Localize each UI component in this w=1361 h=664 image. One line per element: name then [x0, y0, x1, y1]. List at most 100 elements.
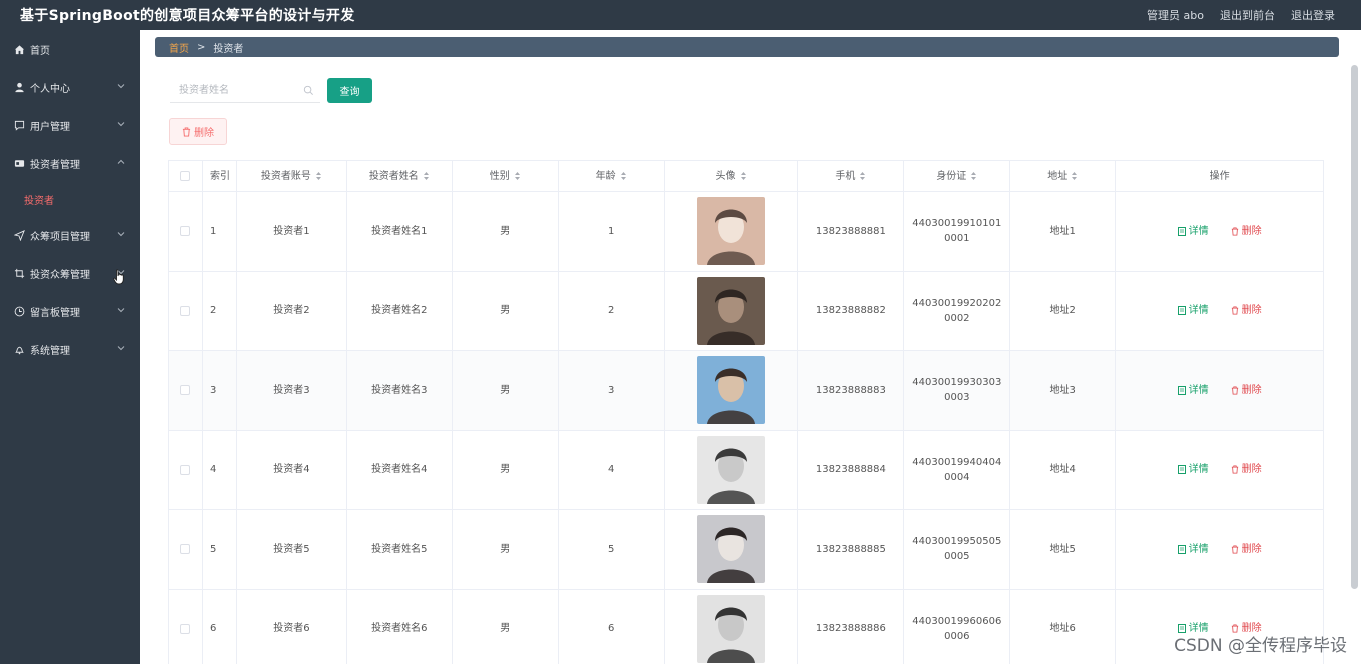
row-delete-button[interactable]: 删除 [1231, 303, 1262, 318]
row-checkbox[interactable] [180, 226, 191, 237]
sort-icon [971, 172, 977, 180]
cell-operations: 详情 删除 [1116, 192, 1324, 272]
breadcrumb-home[interactable]: 首页 [169, 40, 189, 55]
table-header-row: 索引 投资者账号 投资者姓名 性别 年龄 头像 手机 身份证 地址 操作 [169, 161, 1324, 192]
cell-gender: 男 [452, 351, 559, 431]
select-all-checkbox[interactable] [180, 171, 191, 181]
cell-operations: 详情 删除 [1116, 430, 1324, 510]
detail-button[interactable]: 详情 [1177, 224, 1209, 239]
sidebar-item-investor-management[interactable]: 投资者管理 [0, 144, 140, 182]
row-checkbox-cell [169, 589, 203, 664]
detail-button[interactable]: 详情 [1177, 303, 1209, 318]
row-delete-button[interactable]: 删除 [1231, 383, 1262, 398]
row-checkbox[interactable] [180, 544, 191, 555]
card-icon [13, 157, 25, 169]
row-delete-button[interactable]: 删除 [1231, 462, 1262, 477]
header-name[interactable]: 投资者姓名 [346, 161, 453, 192]
sidebar-subitem-investor[interactable]: 投资者 [0, 182, 140, 216]
breadcrumb: 首页 > 投资者 [155, 37, 1339, 57]
detail-button[interactable]: 详情 [1177, 462, 1209, 477]
header-idcard[interactable]: 身份证 [904, 161, 1011, 192]
cell-index: 2 [202, 271, 237, 351]
cell-gender: 男 [452, 510, 559, 590]
sidebar-item-user-management[interactable]: 用户管理 [0, 106, 140, 144]
cell-idcard: 440300199505050005 [904, 510, 1011, 590]
bell-icon [13, 343, 25, 355]
header-age[interactable]: 年龄 [558, 161, 665, 192]
csdn-watermark: CSDN @全传程序毕设 [1174, 636, 1347, 656]
vertical-scrollbar[interactable] [1351, 65, 1358, 589]
cell-name: 投资者姓名3 [346, 351, 453, 431]
table-row: 4 投资者4 投资者姓名4 男 4 13823888884 4403001994… [169, 430, 1324, 510]
header-address[interactable]: 地址 [1010, 161, 1117, 192]
cell-age: 1 [558, 192, 665, 272]
logout-link[interactable]: 退出登录 [1291, 7, 1335, 23]
row-checkbox[interactable] [180, 464, 191, 475]
detail-button[interactable]: 详情 [1177, 383, 1209, 398]
bulk-delete-button[interactable]: 删除 [169, 118, 227, 145]
table-row: 5 投资者5 投资者姓名5 男 5 13823888885 4403001995… [169, 510, 1324, 590]
sidebar-item-home[interactable]: 首页 [0, 30, 140, 68]
row-checkbox[interactable] [180, 385, 191, 396]
avatar-image [697, 435, 766, 504]
header-phone[interactable]: 手机 [798, 161, 905, 192]
cell-operations: 详情 删除 [1116, 351, 1324, 431]
cell-phone: 13823888882 [798, 271, 905, 351]
row-delete-button[interactable]: 删除 [1231, 224, 1262, 239]
cell-account: 投资者5 [236, 510, 347, 590]
cell-operations: 详情 删除 [1116, 271, 1324, 351]
exit-to-frontend-link[interactable]: 退出到前台 [1220, 7, 1275, 23]
cell-address: 地址1 [1010, 192, 1117, 272]
cell-idcard: 440300199404040004 [904, 430, 1011, 510]
cell-avatar [664, 351, 799, 431]
detail-button[interactable]: 详情 [1177, 542, 1209, 557]
trash-icon [1231, 306, 1238, 315]
cell-account: 投资者4 [236, 430, 347, 510]
sidebar-item-personal-center[interactable]: 个人中心 [0, 68, 140, 106]
table-row: 3 投资者3 投资者姓名3 男 3 13823888883 4403001993… [169, 351, 1324, 431]
investor-name-search-input[interactable] [170, 79, 300, 101]
chevron-down-icon [117, 84, 125, 89]
header-account-label: 投资者账号 [260, 170, 311, 182]
header-gender[interactable]: 性别 [452, 161, 559, 192]
header-name-label: 投资者姓名 [368, 170, 419, 182]
row-checkbox-cell [169, 510, 203, 590]
query-button[interactable]: 查询 [327, 78, 372, 103]
admin-user-label: 管理员 abo [1147, 9, 1204, 22]
trash-icon [182, 127, 191, 136]
document-icon [1177, 544, 1186, 554]
row-delete-button[interactable]: 删除 [1231, 542, 1262, 557]
row-checkbox[interactable] [180, 623, 191, 634]
sidebar-item-label: 众筹项目管理 [30, 231, 90, 243]
cell-age: 6 [559, 589, 665, 664]
cell-idcard: 440300199202020002 [904, 271, 1011, 351]
document-icon [1177, 385, 1186, 395]
header-checkbox-cell [169, 161, 203, 192]
cell-name: 投资者姓名6 [347, 589, 453, 664]
sidebar-item-crowdfunding-project-management[interactable]: 众筹项目管理 [0, 216, 140, 254]
investor-table: 索引 投资者账号 投资者姓名 性别 年龄 头像 手机 身份证 地址 操作 1 投… [168, 160, 1324, 664]
sort-icon [514, 172, 520, 180]
header-age-label: 年龄 [595, 170, 616, 182]
row-checkbox[interactable] [180, 305, 191, 316]
sidebar-item-label: 系统管理 [30, 345, 70, 357]
detail-label: 详情 [1188, 384, 1209, 396]
sidebar-item-message-board-management[interactable]: 留言板管理 [0, 292, 140, 330]
app-title: 基于SpringBoot的创意项目众筹平台的设计与开发 [20, 8, 355, 24]
table-body: 1 投资者1 投资者姓名1 男 1 13823888881 4403001991… [169, 192, 1324, 664]
cell-gender: 男 [452, 430, 559, 510]
sidebar-item-system-management[interactable]: 系统管理 [0, 330, 140, 368]
delete-label: 删除 [1241, 225, 1262, 237]
header-avatar[interactable]: 头像 [664, 161, 799, 192]
cell-index: 6 [203, 589, 237, 664]
trash-icon [1231, 545, 1238, 554]
detail-label: 详情 [1188, 305, 1209, 317]
chevron-down-icon [117, 232, 125, 237]
header-operations: 操作 [1116, 161, 1324, 192]
header-account[interactable]: 投资者账号 [236, 161, 347, 192]
cell-account: 投资者2 [236, 271, 347, 351]
sidebar-item-label: 个人中心 [30, 83, 70, 95]
cell-phone: 13823888884 [798, 430, 905, 510]
cell-idcard: 440300199303030003 [904, 351, 1011, 431]
trash-icon [1231, 386, 1238, 395]
